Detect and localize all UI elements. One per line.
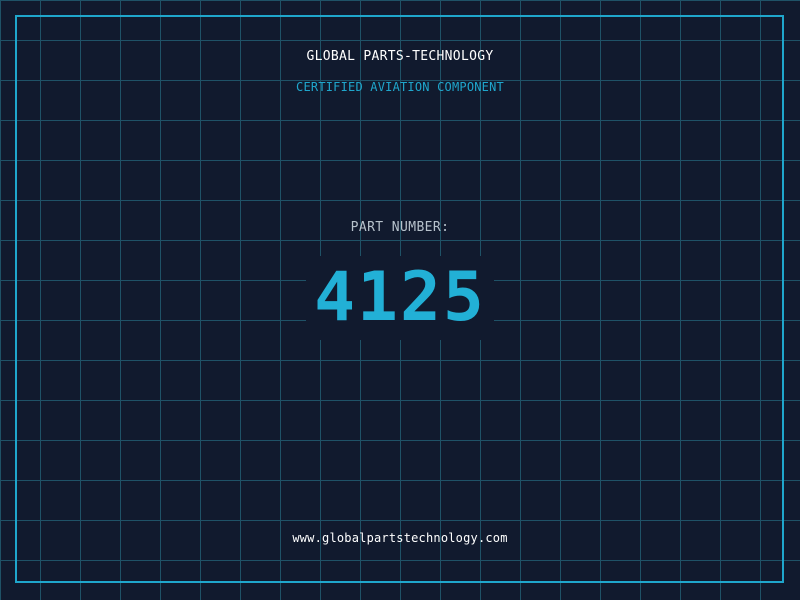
part-number-label: PART NUMBER:	[350, 220, 450, 235]
part-number-container: 4125	[0, 256, 800, 340]
certification-subtitle: CERTIFIED AVIATION COMPONENT	[296, 80, 504, 94]
website-url: www.globalpartstechnology.com	[292, 531, 508, 545]
company-name: GLOBAL PARTS-TECHNOLOGY	[306, 49, 494, 64]
part-number-value: 4125	[306, 256, 494, 340]
part-label-card: GLOBAL PARTS-TECHNOLOGY CERTIFIED AVIATI…	[0, 0, 800, 600]
